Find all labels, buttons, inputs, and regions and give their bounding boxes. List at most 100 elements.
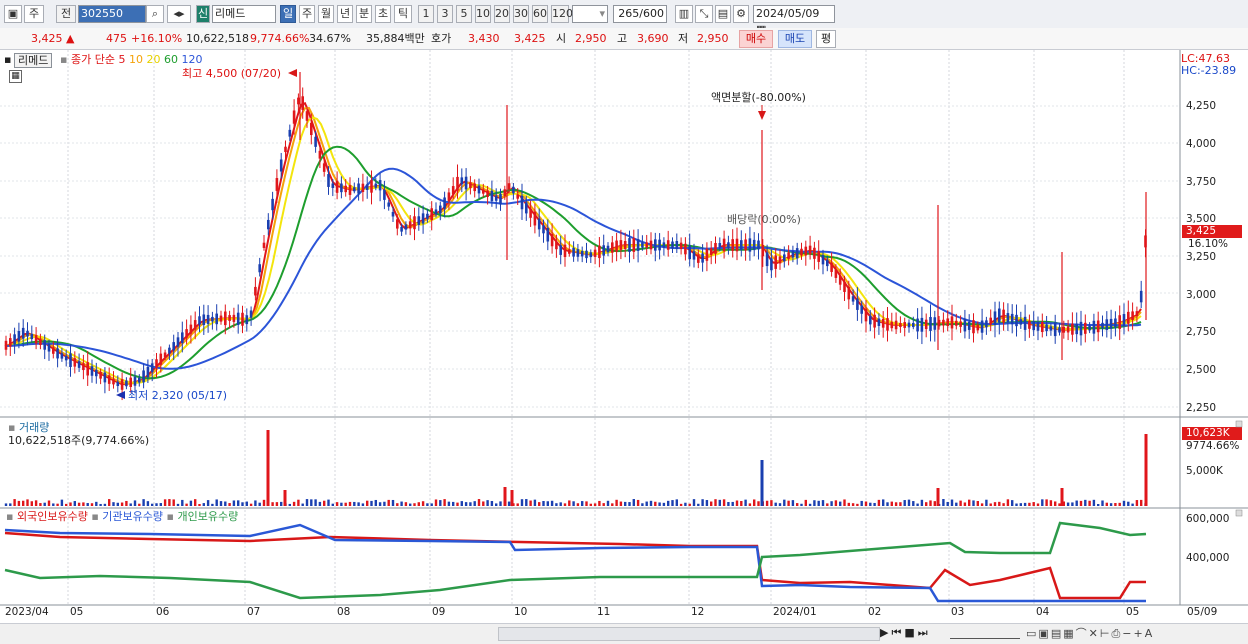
volume-bar bbox=[985, 499, 988, 506]
calculator-icon[interactable]: ▦ bbox=[9, 70, 22, 83]
compare-button[interactable]: 전 bbox=[56, 5, 76, 23]
candle-body bbox=[1135, 311, 1139, 316]
tab-second[interactable]: 초 bbox=[375, 5, 391, 23]
gear-icon[interactable]: ⚙ bbox=[733, 5, 749, 23]
volume-bar bbox=[555, 503, 558, 506]
stock-chart[interactable] bbox=[0, 50, 1248, 623]
volume-bar bbox=[142, 499, 145, 506]
panel-stock-name[interactable]: 리메드 bbox=[14, 53, 53, 68]
window-menu-icon[interactable]: ▣ bbox=[4, 5, 22, 23]
volume-bar bbox=[546, 501, 549, 506]
buy-button[interactable]: 매수 bbox=[739, 30, 773, 48]
candle-body bbox=[550, 233, 554, 247]
date-input[interactable]: 2024/05/09 ▦ bbox=[753, 5, 835, 36]
plus-icon[interactable]: + bbox=[1133, 627, 1144, 640]
minus-icon[interactable]: − bbox=[1122, 627, 1133, 640]
candle-body bbox=[791, 251, 795, 258]
volume-bar bbox=[748, 503, 752, 506]
first-icon[interactable]: ⏮ bbox=[891, 626, 904, 639]
volume-bar bbox=[542, 501, 545, 506]
volume-bar bbox=[327, 499, 330, 506]
stock-name-field[interactable]: 리메드 bbox=[212, 5, 276, 23]
split-icon[interactable]: ▤ bbox=[1051, 627, 1063, 640]
scroll-right-icon[interactable]: ▶ bbox=[880, 626, 891, 639]
volume-bar bbox=[146, 501, 150, 506]
search-icon[interactable]: ⌕ bbox=[146, 5, 164, 23]
volume-bar bbox=[430, 503, 433, 506]
candle-body bbox=[688, 245, 691, 260]
font-icon[interactable]: A bbox=[1145, 627, 1155, 640]
volume-bar bbox=[796, 503, 799, 506]
volume-bar bbox=[159, 503, 162, 506]
tab-monthly[interactable]: 월 bbox=[318, 5, 334, 23]
average-button[interactable]: 평 bbox=[816, 30, 836, 48]
volume-bar bbox=[215, 499, 218, 506]
candle-body bbox=[967, 321, 971, 330]
sound-icon[interactable]: ◂▸ bbox=[167, 5, 191, 23]
count-field[interactable]: 265/600 bbox=[613, 5, 667, 23]
y-tick: 4,000 bbox=[1186, 138, 1217, 150]
candle-body bbox=[361, 183, 365, 193]
interval-3[interactable]: 3 bbox=[437, 5, 453, 23]
line-icon[interactable]: ⌒ bbox=[1076, 627, 1089, 640]
measure-icon[interactable]: ⊢ bbox=[1100, 627, 1112, 640]
volume-bar bbox=[839, 501, 842, 506]
scroll-buttons[interactable]: ▶⏮■⏭ bbox=[880, 626, 931, 640]
tab-weekly[interactable]: 주 bbox=[299, 5, 315, 23]
candle-body bbox=[125, 380, 128, 387]
period-select[interactable]: 주 bbox=[24, 5, 44, 23]
tab-tick[interactable]: 틱 bbox=[394, 5, 412, 23]
tab-minute[interactable]: 분 bbox=[356, 5, 372, 23]
volume-bar bbox=[1036, 503, 1040, 506]
cross-icon[interactable]: ✕ bbox=[1089, 627, 1100, 640]
interval-5[interactable]: 5 bbox=[456, 5, 472, 23]
interval-30[interactable]: 30 bbox=[513, 5, 529, 23]
candle-body bbox=[666, 240, 670, 250]
volume-value: 10,622,518 bbox=[186, 32, 249, 45]
volume-bar bbox=[808, 503, 812, 506]
candle-type-icon[interactable]: ▥ bbox=[675, 5, 693, 23]
interval-60[interactable]: 60 bbox=[532, 5, 548, 23]
line-tool-icon[interactable]: ⤡ bbox=[695, 5, 713, 23]
copy-icon[interactable]: ▣ bbox=[1038, 627, 1050, 640]
volume-bar bbox=[348, 501, 352, 506]
last-icon[interactable]: ⏭ bbox=[918, 626, 931, 639]
volume-bar bbox=[151, 503, 154, 506]
volume-bar bbox=[1088, 500, 1091, 506]
candle-body bbox=[245, 315, 249, 325]
sell-button[interactable]: 매도 bbox=[778, 30, 812, 48]
volume-bar bbox=[864, 501, 868, 506]
save-icon[interactable]: ▤ bbox=[715, 5, 731, 23]
print-icon[interactable]: ⎙ bbox=[1111, 627, 1122, 640]
panel-tool-icons[interactable]: ▪ bbox=[4, 53, 11, 66]
candle-body bbox=[701, 253, 704, 263]
candle-body bbox=[1019, 319, 1023, 325]
volume-value-label: 10,622,518주(9,774.66%) bbox=[8, 434, 150, 447]
horizontal-scrollbar[interactable] bbox=[498, 627, 880, 641]
custom-interval-dropdown[interactable]: ▾ bbox=[572, 5, 608, 23]
interval-20[interactable]: 20 bbox=[494, 5, 510, 23]
volume-bar bbox=[907, 499, 911, 506]
tab-daily[interactable]: 일 bbox=[280, 5, 296, 23]
layout-icon[interactable]: ▭ bbox=[1026, 627, 1038, 640]
legend-marker-icon: ▪ bbox=[60, 53, 68, 66]
interval-10[interactable]: 10 bbox=[475, 5, 491, 23]
bottom-tool-icons[interactable]: ▭▣▤▦⌒✕⊢⎙−+A bbox=[1026, 625, 1154, 641]
candle-body bbox=[602, 245, 605, 256]
candle-body bbox=[21, 327, 25, 339]
volume-bar bbox=[417, 502, 420, 506]
credit-badge: 신 bbox=[196, 5, 210, 23]
candle-body bbox=[546, 228, 550, 242]
stop-icon[interactable]: ■ bbox=[904, 626, 917, 639]
grid-icon[interactable]: ▦ bbox=[1063, 627, 1075, 640]
tab-yearly[interactable]: 년 bbox=[337, 5, 353, 23]
volume-bar bbox=[774, 502, 777, 506]
stock-code-input[interactable]: 302550 bbox=[78, 5, 146, 23]
interval-1[interactable]: 1 bbox=[418, 5, 434, 23]
x-tick: 11 bbox=[597, 606, 611, 618]
candle-body bbox=[77, 361, 81, 368]
interval-120[interactable]: 120 bbox=[551, 5, 573, 23]
zoom-slider[interactable] bbox=[950, 626, 1020, 639]
volume-bar bbox=[95, 501, 98, 506]
volume-bar bbox=[1075, 500, 1078, 506]
